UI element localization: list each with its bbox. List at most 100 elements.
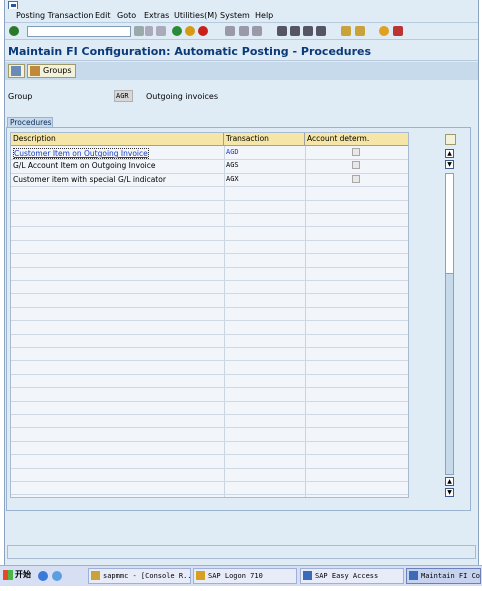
task-label: SAP Easy Access	[315, 572, 379, 580]
ie-quicklaunch-icon[interactable]	[38, 571, 48, 581]
command-dropdown-icon[interactable]	[134, 26, 144, 36]
menu-system[interactable]: System	[220, 11, 250, 20]
row-divider	[11, 440, 408, 442]
procedures-table: Description Transaction Account determ. …	[10, 132, 409, 498]
menu-goto[interactable]: Goto	[117, 11, 136, 20]
account-determ-checkbox[interactable]	[352, 174, 360, 183]
cell-transaction[interactable]: AGD	[226, 148, 239, 156]
sap-window: Posting Transaction Edit Goto Extras Uti…	[4, 0, 479, 565]
status-bar	[7, 545, 476, 559]
cell-transaction[interactable]: AGX	[226, 175, 239, 183]
scroll-track[interactable]	[445, 173, 454, 475]
row-divider	[11, 306, 408, 308]
back-arrow-icon[interactable]	[145, 26, 153, 36]
row-divider	[11, 172, 408, 174]
task-sap-logon[interactable]: SAP Logon 710	[193, 568, 297, 584]
groups-icon	[30, 66, 40, 76]
row-divider	[11, 481, 408, 482]
title-bar: Maintain FI Configuration: Automatic Pos…	[5, 41, 478, 61]
shortcut-icon[interactable]	[355, 26, 365, 36]
scroll-down-bottom-icon[interactable]: ▼	[445, 488, 454, 497]
menu-help[interactable]: Help	[255, 11, 273, 20]
sap-window-icon	[303, 571, 312, 580]
cell-description[interactable]: G/L Account Item on Outgoing Invoice	[13, 161, 156, 170]
menu-edit[interactable]: Edit	[95, 11, 111, 20]
row-divider	[11, 427, 408, 429]
back-icon[interactable]	[172, 26, 182, 36]
page-title: Maintain FI Configuration: Automatic Pos…	[8, 45, 372, 58]
cancel-icon[interactable]	[198, 26, 208, 36]
group-label: Group	[8, 92, 33, 101]
find-next-icon[interactable]	[252, 26, 262, 36]
task-sapmmc[interactable]: sapmmc - [Console R...	[88, 568, 191, 584]
account-determ-checkbox[interactable]	[352, 148, 360, 156]
column-header-transaction[interactable]: Transaction	[224, 133, 305, 146]
scroll-up-bottom-icon[interactable]: ▲	[445, 477, 454, 486]
sap-logon-icon	[196, 571, 205, 580]
scroll-up-icon[interactable]: ▲	[445, 149, 454, 158]
menu-extras[interactable]: Extras	[144, 11, 169, 20]
row-divider	[11, 159, 408, 161]
row-divider	[11, 239, 408, 241]
print-icon[interactable]	[225, 26, 235, 36]
last-page-icon[interactable]	[316, 26, 326, 36]
console-icon	[91, 571, 100, 580]
group-row: Group AGR Outgoing invoices	[5, 88, 478, 104]
help-icon[interactable]	[379, 26, 389, 36]
menu-posting-transaction[interactable]: Posting Transaction	[16, 11, 93, 20]
first-page-icon[interactable]	[277, 26, 287, 36]
table-settings-icon[interactable]	[445, 134, 456, 145]
task-label: Maintain FI Conf	[421, 572, 481, 580]
groups-button[interactable]: Groups	[27, 64, 76, 78]
row-divider	[11, 253, 408, 255]
scroll-thumb[interactable]	[446, 174, 453, 274]
command-field[interactable]	[27, 26, 131, 37]
menu-bar: Posting Transaction Edit Goto Extras Uti…	[5, 9, 478, 22]
find-button[interactable]	[8, 64, 25, 78]
previous-page-icon[interactable]	[290, 26, 300, 36]
procedures-box: Description Transaction Account determ. …	[6, 127, 471, 511]
browser-quicklaunch-icon[interactable]	[52, 571, 62, 581]
row-divider	[11, 226, 408, 228]
row-divider	[11, 280, 408, 281]
create-session-icon[interactable]	[341, 26, 351, 36]
task-maintain-fi[interactable]: Maintain FI Conf	[406, 568, 481, 584]
task-label: sapmmc - [Console R...	[103, 572, 191, 580]
cell-description[interactable]: Customer item with special G/L indicator	[13, 175, 166, 184]
row-divider	[11, 454, 408, 456]
row-divider	[11, 199, 408, 201]
vertical-scrollbar[interactable]: ▲ ▼ ▲ ▼	[443, 132, 456, 498]
table-header: Description Transaction Account determ.	[11, 133, 408, 146]
row-divider	[11, 320, 408, 322]
column-header-description[interactable]: Description	[11, 133, 224, 146]
windows-logo-icon	[3, 570, 13, 580]
save-icon[interactable]	[156, 26, 166, 36]
application-toolbar: Groups	[5, 62, 478, 80]
windows-taskbar: 开始 sapmmc - [Console R... SAP Logon 710 …	[0, 565, 482, 586]
account-determ-checkbox[interactable]	[352, 161, 360, 170]
find-icon[interactable]	[239, 26, 249, 36]
layout-menu-icon[interactable]	[393, 26, 403, 36]
column-header-account-determ[interactable]: Account determ.	[305, 133, 408, 146]
row-divider	[11, 266, 408, 268]
next-page-icon[interactable]	[303, 26, 313, 36]
row-divider	[11, 467, 408, 469]
row-divider	[11, 347, 408, 348]
row-divider	[11, 360, 408, 362]
exit-icon[interactable]	[185, 26, 195, 36]
cell-transaction[interactable]: AGS	[226, 161, 239, 169]
scroll-down-icon[interactable]: ▼	[445, 160, 454, 169]
start-button[interactable]: 开始	[2, 568, 31, 584]
groups-button-label: Groups	[43, 66, 72, 75]
row-divider	[11, 333, 408, 335]
cell-description[interactable]: Customer Item on Outgoing Invoice	[13, 148, 149, 159]
menu-utilities[interactable]: Utilities(M)	[174, 11, 217, 20]
row-divider	[11, 414, 408, 415]
enter-icon[interactable]	[9, 26, 19, 36]
row-divider	[11, 186, 408, 188]
row-divider	[11, 373, 408, 375]
row-divider	[11, 213, 408, 214]
task-label: SAP Logon 710	[208, 572, 263, 580]
task-sap-easy-access[interactable]: SAP Easy Access	[300, 568, 404, 584]
row-divider	[11, 400, 408, 402]
